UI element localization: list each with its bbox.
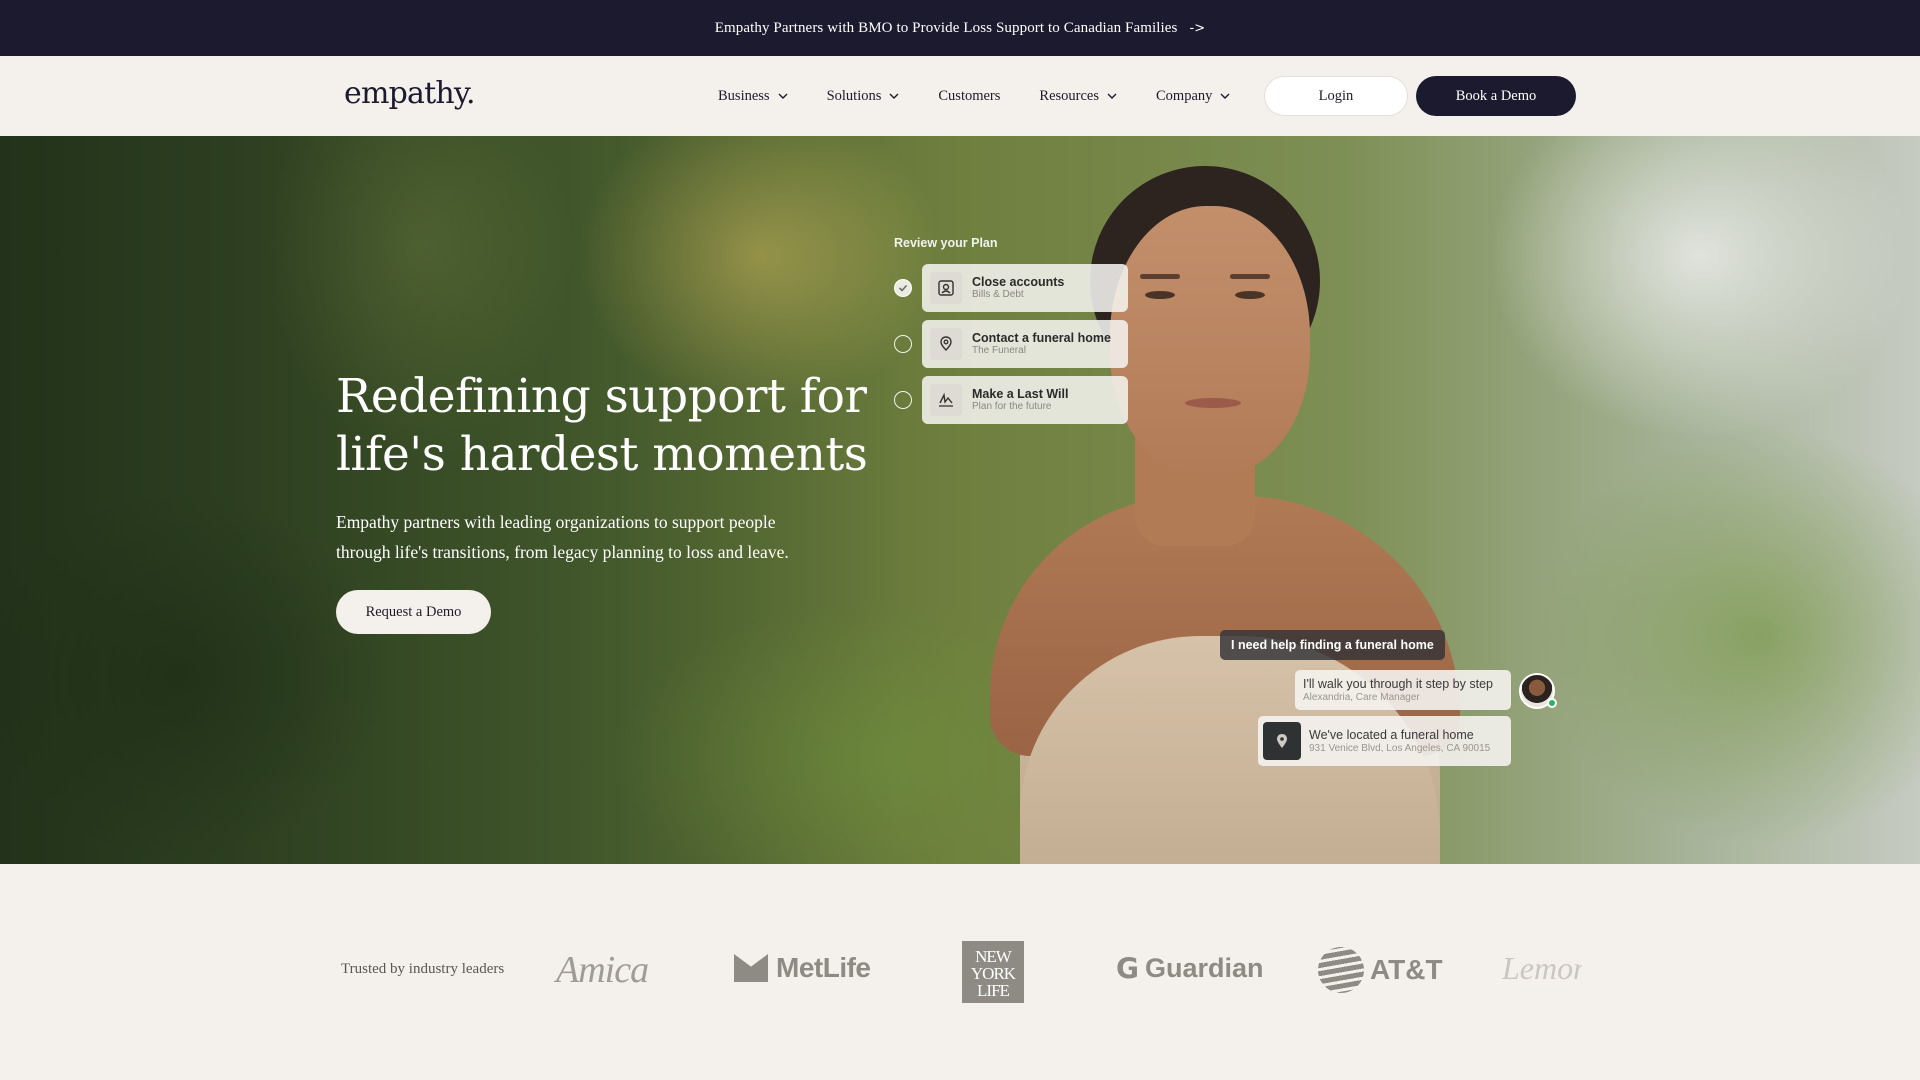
result-title: We've located a funeral home xyxy=(1309,727,1474,742)
nav-item-business[interactable]: Business xyxy=(718,88,788,105)
hero-subtitle: Empathy partners with leading organizati… xyxy=(336,512,789,562)
agent-message-text: I'll walk you through it step by step xyxy=(1303,676,1493,691)
nav-label: Company xyxy=(1156,87,1213,104)
chat-agent-message: I'll walk you through it step by step Al… xyxy=(1295,670,1511,710)
guardian-wordmark: Guardian xyxy=(1144,953,1264,983)
att-logo: AT&T xyxy=(1318,947,1443,993)
amica-logo: Amica xyxy=(556,949,649,991)
metlife-wordmark: MetLife xyxy=(776,952,871,983)
hero-title: Redefining support for life's hardest mo… xyxy=(336,369,868,482)
nav-label: Business xyxy=(718,87,770,104)
agent-name: Alexandria, Care Manager xyxy=(1303,691,1420,703)
radio-empty-icon xyxy=(894,391,912,409)
plan-item-title: Contact a funeral home xyxy=(972,331,1111,345)
location-pin-icon xyxy=(930,328,962,360)
nav-item-solutions[interactable]: Solutions xyxy=(827,88,900,105)
plan-item: Contact a funeral home The Funeral xyxy=(894,320,1128,368)
plan-item-subtitle: The Funeral xyxy=(972,345,1026,356)
hero-section: Redefining support for life's hardest mo… xyxy=(0,136,1920,864)
person-card-icon xyxy=(930,272,962,304)
metlife-mark-icon xyxy=(734,954,768,982)
request-demo-button[interactable]: Request a Demo xyxy=(336,590,491,634)
att-wordmark: AT&T xyxy=(1370,954,1443,985)
plan-card: Make a Last Will Plan for the future xyxy=(922,376,1128,424)
chevron-down-icon xyxy=(778,93,788,99)
chevron-down-icon xyxy=(889,93,899,99)
main-nav: Business Solutions Customers Resources C… xyxy=(718,56,1269,136)
plan-item-subtitle: Bills & Debt xyxy=(972,289,1024,300)
result-address: 931 Venice Blvd, Los Angeles, CA 90015 xyxy=(1309,742,1491,754)
plan-item-title: Make a Last Will xyxy=(972,387,1069,401)
check-circle-icon xyxy=(894,279,912,297)
plan-card: Close accounts Bills & Debt xyxy=(922,264,1128,312)
plan-title: Review your Plan xyxy=(894,236,998,250)
plan-item: Make a Last Will Plan for the future xyxy=(894,376,1128,424)
nav-item-company[interactable]: Company xyxy=(1156,88,1230,105)
empathy-logo[interactable]: empathy. xyxy=(344,76,476,111)
nav-label: Customers xyxy=(938,87,1001,104)
nav-label: Resources xyxy=(1039,87,1099,104)
plan-item-title: Close accounts xyxy=(972,275,1065,289)
guardian-mark-icon: 𝗚 xyxy=(1116,953,1139,984)
chevron-down-icon xyxy=(1107,93,1117,99)
book-demo-button[interactable]: Book a Demo xyxy=(1416,76,1576,116)
chevron-down-icon xyxy=(1220,93,1230,99)
announcement-bar[interactable]: Empathy Partners with BMO to Provide Los… xyxy=(0,0,1920,56)
hero-overlay xyxy=(0,136,900,864)
signature-icon xyxy=(930,384,962,416)
login-button[interactable]: Login xyxy=(1264,76,1408,116)
chat-result-card: We've located a funeral home 931 Venice … xyxy=(1258,716,1511,766)
map-pin-icon xyxy=(1263,722,1301,760)
plan-item-subtitle: Plan for the future xyxy=(972,401,1052,412)
new-york-life-logo: NEW YORK LIFE xyxy=(962,941,1024,1003)
nav-item-resources[interactable]: Resources xyxy=(1039,88,1117,105)
plan-card: Contact a funeral home The Funeral xyxy=(922,320,1128,368)
announcement-text[interactable]: Empathy Partners with BMO to Provide Los… xyxy=(715,20,1178,37)
nav-label: Solutions xyxy=(826,87,882,104)
guardian-logo: 𝗚 Guardian xyxy=(1116,952,1264,985)
metlife-logo: MetLife xyxy=(734,952,871,984)
arrow-right-icon[interactable]: -> xyxy=(1190,21,1206,36)
radio-empty-icon xyxy=(894,335,912,353)
chat-user-message: I need help finding a funeral home xyxy=(1220,630,1445,660)
site-header: empathy. Business Solutions Customers Re… xyxy=(0,56,1920,136)
lemonade-logo: Lemonade xyxy=(1502,950,1582,986)
att-globe-icon xyxy=(1318,947,1364,993)
online-status-dot xyxy=(1547,698,1557,708)
nav-item-customers[interactable]: Customers xyxy=(938,88,1000,105)
trusted-by-section: Trusted by industry leaders Amica MetLif… xyxy=(0,864,1920,1080)
plan-item: Close accounts Bills & Debt xyxy=(894,264,1128,312)
trusted-label: Trusted by industry leaders xyxy=(341,961,505,977)
